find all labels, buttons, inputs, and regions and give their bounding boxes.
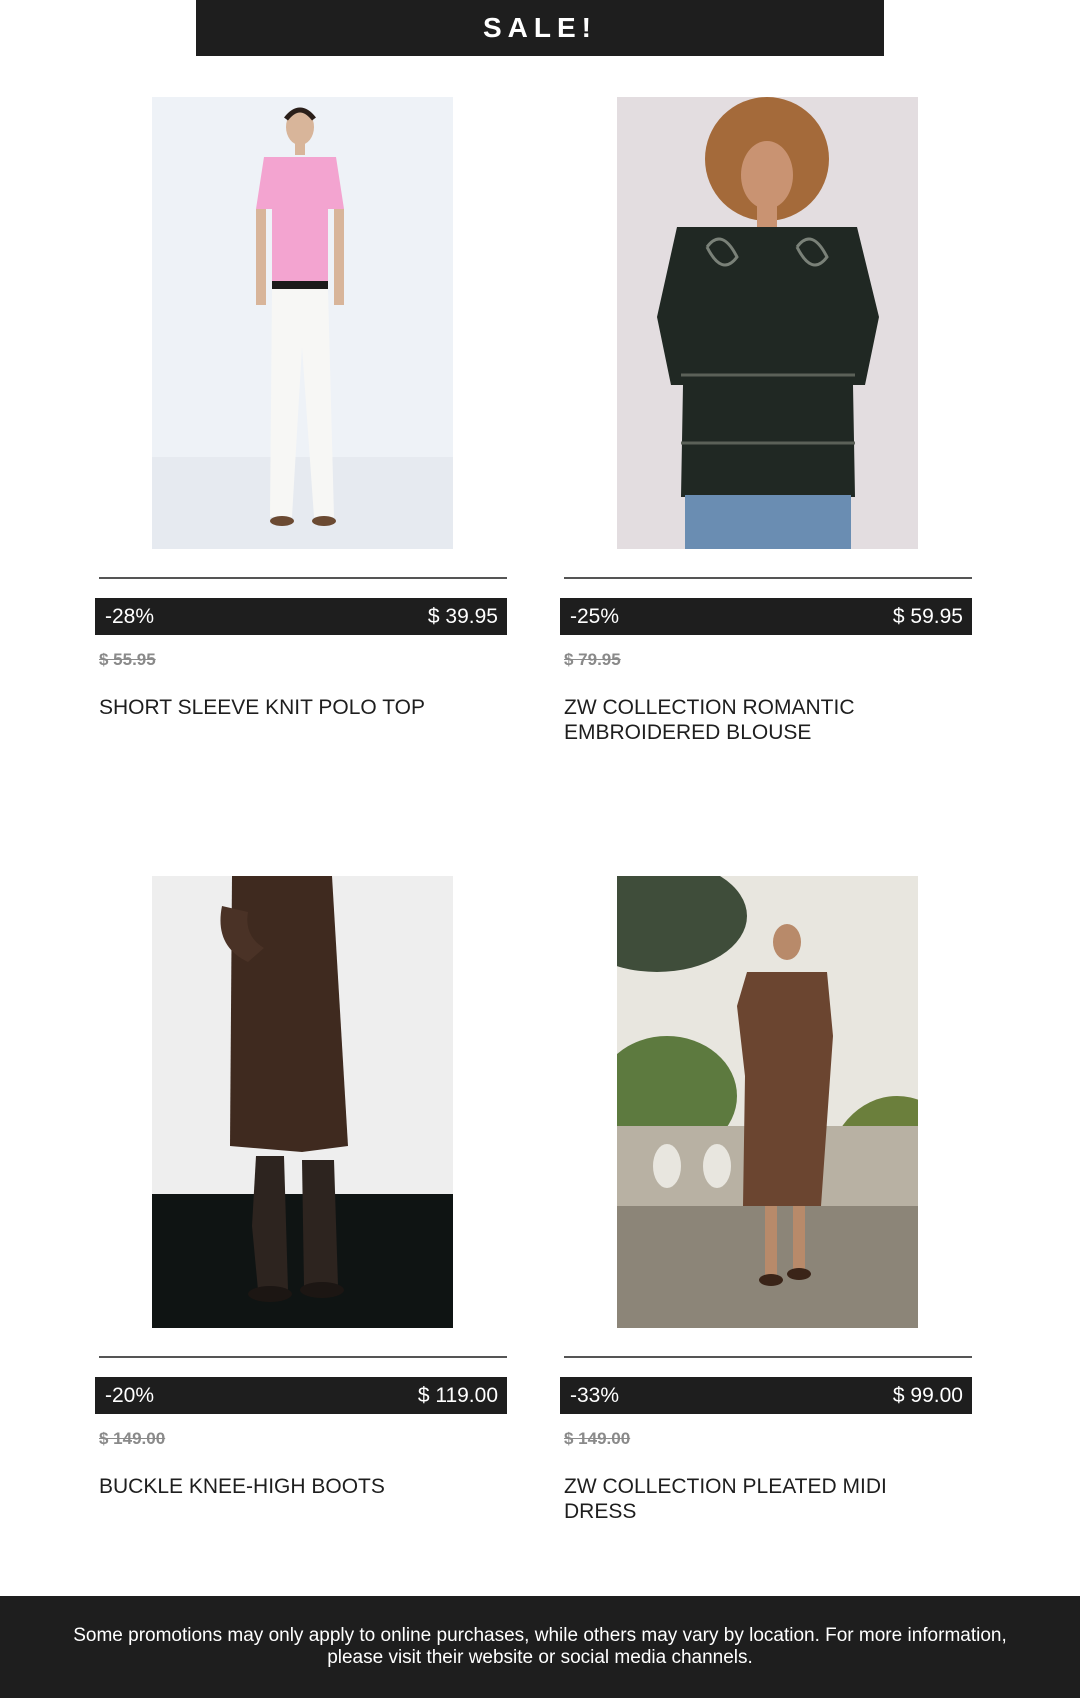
price-bar: -33% $ 99.00	[560, 1377, 972, 1414]
price-bar: -28% $ 39.95	[95, 598, 507, 635]
product-name[interactable]: SHORT SLEEVE KNIT POLO TOP	[99, 695, 499, 720]
original-price: $ 55.95	[99, 650, 156, 669]
divider	[99, 1356, 507, 1358]
footer-disclaimer: Some promotions may only apply to online…	[0, 1596, 1080, 1698]
product-name[interactable]: BUCKLE KNEE-HIGH BOOTS	[99, 1474, 499, 1499]
price-bar: -25% $ 59.95	[560, 598, 972, 635]
product-name[interactable]: ZW COLLECTION ROMANTIC EMBROIDERED BLOUS…	[564, 695, 964, 745]
discount-badge: -25%	[570, 604, 620, 628]
divider	[564, 577, 972, 579]
discount-badge: -33%	[570, 1383, 620, 1407]
sale-price: $ 39.95	[427, 604, 498, 628]
divider	[99, 577, 507, 579]
product-image[interactable]	[152, 876, 453, 1328]
sale-title: SALE!	[483, 12, 597, 43]
divider	[564, 1356, 972, 1358]
product-image[interactable]	[617, 97, 918, 549]
discount-badge: -20%	[105, 1383, 155, 1407]
price-bar: -20% $ 119.00	[95, 1377, 507, 1414]
discount-badge: -28%	[105, 604, 155, 628]
product-image[interactable]	[617, 876, 918, 1328]
sale-price: $ 119.00	[417, 1383, 498, 1407]
sale-price: $ 59.95	[892, 604, 963, 628]
original-price: $ 149.00	[564, 1429, 631, 1448]
sale-price: $ 99.00	[892, 1383, 963, 1407]
original-price: $ 79.95	[564, 650, 621, 669]
product-image[interactable]	[152, 97, 453, 549]
disclaimer-text: Some promotions may only apply to online…	[73, 1625, 1007, 1668]
original-price: $ 149.00	[99, 1429, 166, 1448]
product-name[interactable]: ZW COLLECTION PLEATED MIDI DRESS	[564, 1474, 964, 1524]
sale-banner: SALE!	[196, 0, 884, 56]
